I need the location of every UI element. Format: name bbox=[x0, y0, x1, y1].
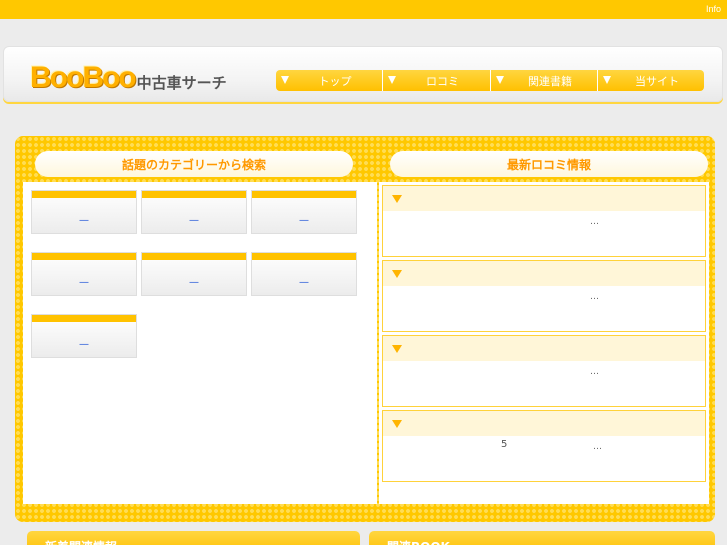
triangle-down-icon bbox=[496, 76, 504, 84]
nav-item-label: 当サイト bbox=[635, 74, 679, 88]
new-info-section-title: 新着関連情報 bbox=[27, 531, 360, 545]
nav-item-about[interactable]: 当サイト bbox=[598, 70, 704, 91]
category-link[interactable]: — bbox=[142, 215, 246, 226]
review-item-header bbox=[383, 186, 705, 211]
review-item[interactable]: … bbox=[382, 335, 706, 407]
related-book-section-title: 関連BOOK bbox=[369, 531, 715, 545]
category-card[interactable]: — bbox=[31, 190, 137, 234]
category-card-bar bbox=[142, 253, 246, 260]
reviews-section-title: 最新ロコミ情報 bbox=[390, 151, 708, 177]
site-header: BooBoo 中古車サーチ トップ ロコミ 関連書籍 当サイト bbox=[3, 46, 723, 102]
main-panel: 話題のカテゴリーから検索 最新ロコミ情報 — — — — — — — … … …… bbox=[15, 136, 715, 522]
review-number: 5 bbox=[501, 439, 508, 450]
category-card-bar bbox=[142, 191, 246, 198]
triangle-down-icon bbox=[392, 270, 402, 278]
logo-subtitle: 中古車サーチ bbox=[136, 74, 227, 92]
review-item-header bbox=[383, 411, 705, 436]
reviews-list: … … … 5 … bbox=[379, 182, 709, 504]
review-item[interactable]: … bbox=[382, 260, 706, 332]
category-card[interactable]: — bbox=[31, 252, 137, 296]
nav-item-label: ロコミ bbox=[426, 74, 459, 88]
site-logo[interactable]: BooBoo 中古車サーチ bbox=[30, 57, 227, 95]
main-nav: トップ ロコミ 関連書籍 当サイト bbox=[276, 70, 704, 91]
nav-item-top[interactable]: トップ bbox=[276, 70, 383, 91]
category-card[interactable]: — bbox=[141, 252, 247, 296]
nav-item-label: トップ bbox=[318, 74, 352, 88]
logo-booboo: BooBoo bbox=[30, 61, 137, 94]
review-text: … bbox=[590, 367, 599, 377]
review-item[interactable]: … bbox=[382, 185, 706, 257]
info-link[interactable]: Info bbox=[706, 4, 721, 14]
category-link[interactable]: — bbox=[252, 215, 356, 226]
category-card[interactable]: — bbox=[141, 190, 247, 234]
category-section-title: 話題のカテゴリーから検索 bbox=[35, 151, 353, 177]
category-link[interactable]: — bbox=[32, 215, 136, 226]
triangle-down-icon bbox=[388, 76, 396, 84]
category-grid: — — — — — — — bbox=[23, 182, 377, 504]
category-card-bar bbox=[32, 191, 136, 198]
review-text: … bbox=[590, 217, 599, 227]
category-link[interactable]: — bbox=[142, 277, 246, 288]
top-bar: Info bbox=[0, 0, 727, 19]
category-card-bar bbox=[252, 253, 356, 260]
category-card[interactable]: — bbox=[251, 190, 357, 234]
category-card[interactable]: — bbox=[251, 252, 357, 296]
category-card-bar bbox=[32, 253, 136, 260]
review-text: … bbox=[593, 442, 602, 452]
category-card[interactable]: — bbox=[31, 314, 137, 358]
review-item-header bbox=[383, 336, 705, 361]
nav-item-kuchikomi[interactable]: ロコミ bbox=[383, 70, 491, 91]
triangle-down-icon bbox=[392, 195, 402, 203]
triangle-down-icon bbox=[392, 420, 402, 428]
category-link[interactable]: — bbox=[252, 277, 356, 288]
review-item-header bbox=[383, 261, 705, 286]
nav-item-books[interactable]: 関連書籍 bbox=[491, 70, 598, 91]
triangle-down-icon bbox=[392, 345, 402, 353]
triangle-down-icon bbox=[281, 76, 289, 84]
review-text: … bbox=[590, 292, 599, 302]
review-item[interactable]: 5 … bbox=[382, 410, 706, 482]
triangle-down-icon bbox=[603, 76, 611, 84]
category-link[interactable]: — bbox=[32, 277, 136, 288]
category-link[interactable]: — bbox=[32, 339, 136, 350]
category-card-bar bbox=[32, 315, 136, 322]
category-card-bar bbox=[252, 191, 356, 198]
nav-item-label: 関連書籍 bbox=[528, 74, 572, 88]
